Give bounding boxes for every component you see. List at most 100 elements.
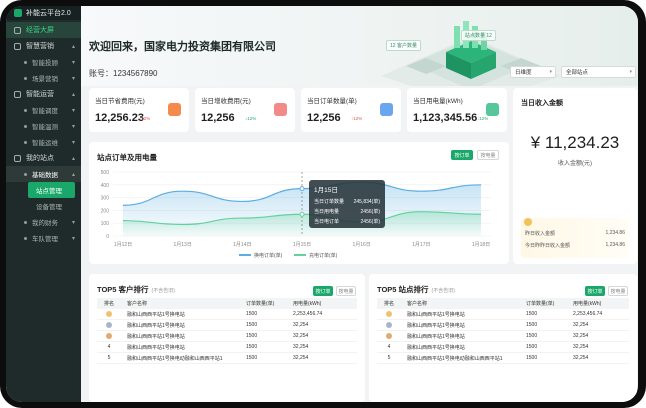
sidebar-item[interactable]: 智慧营销 ▴ <box>6 38 81 54</box>
account-number: 账号：1234567890 <box>89 69 158 78</box>
orders-cell: 1500 <box>246 355 258 361</box>
bullet-icon <box>24 108 27 112</box>
sidebar-item[interactable]: 智能调度 ▾ <box>6 102 81 118</box>
medal-icon <box>106 321 112 328</box>
welcome-title: 欢迎回来，国家电力投资集团有限公司 <box>89 41 276 53</box>
y-tick-label: 300 <box>101 196 110 202</box>
name-cell: 融和山西西平站1号换电站 <box>407 344 465 351</box>
kpi-card: 当日增收费用(元) 12,256 ↓12% <box>195 88 295 132</box>
table-row[interactable]: 融和山西西平站1号换电站 1500 2,253,456.74 <box>377 309 629 320</box>
order-toggle-button[interactable]: 按订单 <box>451 150 473 160</box>
kpi-card: 当日用电量(kWh) 1,123,345.56 ↓12% <box>407 88 507 132</box>
sidebar-item[interactable]: 智能温测 ▾ <box>6 118 81 134</box>
logo-icon <box>14 9 22 17</box>
x-tick-label: 1月13日 <box>173 242 191 248</box>
table-row[interactable]: 融和山西西平站1号换电站 1500 32,254 <box>97 320 357 331</box>
sidebar-item[interactable]: 智能投顾 ▾ <box>6 54 81 70</box>
sidebar-item[interactable]: 我的财务 ▾ <box>6 214 81 230</box>
period-select[interactable]: 日维度 ▾ <box>510 66 556 78</box>
table-row[interactable]: 5 融和山西西平站1号换电动融和山西西平站1 1500 32,254 <box>377 353 629 364</box>
trend-chart: 0 100 200 300 400 500 1月12日 1月13日 1月14日 1月15日 1月16… <box>101 170 491 259</box>
energy-cell: 32,254 <box>293 322 309 328</box>
sidebar-item[interactable]: 智能运营 ▴ <box>6 86 81 102</box>
chevron-icon: ▾ <box>71 75 75 82</box>
tooltip-row: 当日用电量 2456(单) <box>314 209 380 215</box>
energy-cell: 32,254 <box>293 333 309 339</box>
bullet-icon <box>24 172 27 176</box>
sidebar-item[interactable]: 智能运维 ▾ <box>6 134 81 150</box>
device-frame: 补能云平台2.0 经营大屏 智慧营销 ▴ 智能投顾 ▾ 场景营销 ▾ 智能运营 ▴ 智能调度 ▾ 智能… <box>0 0 646 408</box>
sidebar-item[interactable]: 设备管理 <box>6 198 81 214</box>
megaphone-icon <box>14 42 21 50</box>
sidebar-item-label: 场景营销 <box>32 76 58 83</box>
energy-cell: 2,253,456.74 <box>573 311 603 317</box>
chart-tooltip: 1月15日 当日订单数量 245,834(单) 当日用电量 2456(单) 当日电订… <box>309 180 385 228</box>
energy-toggle-button[interactable]: 按电量 <box>336 286 356 296</box>
name-cell: 融和山西西平站1号换电动融和山西西平站1 <box>127 355 223 362</box>
revenue-card: 当日收入金额 ¥ 11,234.23 收入金额(元) 昨日收入金额 1,234.8… <box>513 88 637 264</box>
rank-cell: 5 <box>107 355 111 361</box>
rank-cell: 5 <box>387 355 391 361</box>
energy-toggle-button[interactable]: 按电量 <box>477 150 499 160</box>
sidebar-item[interactable]: 站点管理 <box>28 182 75 198</box>
sidebar-item-label: 我的财务 <box>32 220 58 227</box>
gear-icon <box>14 90 21 98</box>
chevron-icon: ▾ <box>71 59 75 66</box>
chevron-icon: ▴ <box>71 91 75 98</box>
table-row[interactable]: 融和山西西平站1号换电站 1500 2,253,456.74 <box>97 309 357 320</box>
chevron-icon: ▴ <box>71 43 75 50</box>
order-toggle-button[interactable]: 按订单 <box>585 286 605 296</box>
bullet-icon <box>24 124 27 128</box>
y-tick-label: 0 <box>106 234 109 240</box>
chevron-icon: ▾ <box>71 219 75 226</box>
station-select[interactable]: 全部站点 ▾ <box>561 66 636 78</box>
sidebar-item[interactable]: 场景营销 ▾ <box>6 70 81 86</box>
table-row[interactable]: 5 融和山西西平站1号换电动融和山西西平站1 1500 32,254 <box>97 353 357 364</box>
rank-title: TOP5 站点排行 (不含告旧) <box>377 285 455 294</box>
sidebar-item[interactable]: 基础数据 ▴ <box>6 166 81 182</box>
bullet-icon <box>24 76 27 80</box>
chevron-icon: ▴ <box>71 171 75 178</box>
main-content: 12 客户数量 站点数量 12 欢迎回来，国家电力投资集团有限公司 账号：123… <box>81 6 638 402</box>
sidebar-item-label: 设备管理 <box>36 204 62 211</box>
name-cell: 融和山西西平站1号换电站 <box>407 333 465 340</box>
chevron-icon: ▾ <box>71 235 75 242</box>
kpi-value: 12,256 <box>307 112 341 124</box>
sidebar-item-label: 我的站点 <box>26 155 54 162</box>
y-tick-label: 500 <box>101 170 110 176</box>
coin-icon <box>168 103 181 116</box>
station-rank-card: TOP5 站点排行 (不含告旧) 按订单 按电量 排名 客户名称 订单数量(单) 用电量(kW… <box>369 274 637 402</box>
sidebar-item[interactable]: 车队管理 ▾ <box>6 230 81 246</box>
sidebar-item-label: 基础数据 <box>32 172 58 179</box>
table-row[interactable]: 融和山西西平站1号换电站 1500 32,254 <box>377 320 629 331</box>
column-header: 订单数量(单) <box>246 301 275 307</box>
tooltip-row: 当日订单数量 245,834(单) <box>314 199 380 205</box>
table-row[interactable]: 融和山西西平站1号换电站 1500 32,254 <box>97 331 357 342</box>
x-tick-label: 1月16日 <box>352 242 370 248</box>
table-row[interactable]: 融和山西西平站1号换电站 1500 32,254 <box>377 331 629 342</box>
sidebar-item-label: 车队管理 <box>32 236 58 243</box>
table-row[interactable]: 4 融和山西西平站1号换电站 1500 32,254 <box>377 342 629 353</box>
sidebar-item-label: 站点管理 <box>36 188 62 195</box>
sidebar-item[interactable]: 我的站点 ▴ <box>6 150 81 166</box>
energy-cell: 32,254 <box>293 355 309 361</box>
trend-card: 站点订单及用电量 按订单 按电量 0 100 200 300 400 500 1月12日 1月… <box>89 142 509 264</box>
sidebar-item[interactable]: 经营大屏 <box>6 22 81 38</box>
hero-banner: 12 客户数量 站点数量 12 欢迎回来，国家电力投资集团有限公司 账号：123… <box>81 6 638 86</box>
app-logo: 补能云平台2.0 <box>6 6 81 20</box>
kpi-card: 当日节省费用(元) 12,256.23 ↑12% <box>89 88 189 132</box>
orders-cell: 1500 <box>526 322 538 328</box>
order-toggle-button[interactable]: 按订单 <box>313 286 333 296</box>
station-icon <box>14 154 21 162</box>
energy-toggle-button[interactable]: 按电量 <box>608 286 628 296</box>
rank-subtitle: (不含告旧) <box>151 288 175 294</box>
tooltip-title: 1月15日 <box>314 187 338 194</box>
order-icon <box>380 103 393 116</box>
table-row[interactable]: 4 融和山西西平站1号换电站 1500 32,254 <box>97 342 357 353</box>
sidebar-item-label: 经营大屏 <box>26 27 54 34</box>
bullet-icon <box>24 220 27 224</box>
energy-cell: 32,254 <box>573 322 589 328</box>
customer-rank-card: TOP5 客户排行 (不含告旧) 按订单 按电量 排名 客户名称 订单数量(单) 用电量(kW… <box>89 274 365 402</box>
revenue-row: 今日昨昨日收入金额 1,234.86 <box>525 242 625 249</box>
rank-cell <box>377 332 401 339</box>
